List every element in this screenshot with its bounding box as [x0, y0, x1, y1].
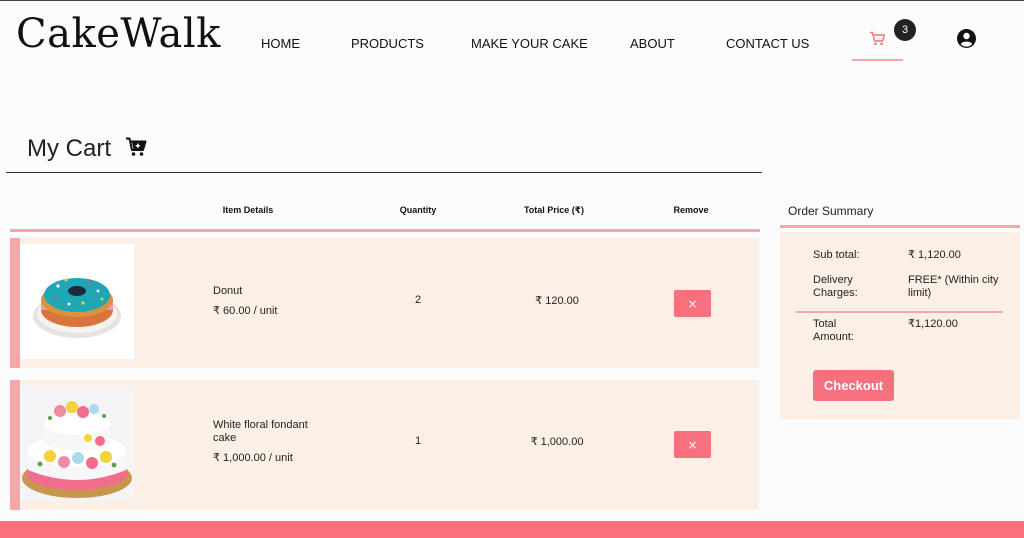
nav-home[interactable]: HOME [261, 36, 300, 51]
page-title: My Cart [27, 135, 111, 162]
total-amount-value: ₹1,120.00 [908, 318, 958, 330]
remove-item-button[interactable]: × [674, 431, 711, 458]
column-header-total: Total Price (₹) [523, 205, 585, 215]
item-quantity: 2 [414, 294, 422, 306]
order-summary-panel: Sub total: ₹ 1,120.00 Delivery Charges: … [780, 232, 1020, 419]
cart-plus-icon [125, 137, 147, 162]
table-header-divider [10, 229, 760, 232]
subtotal-label: Sub total: [813, 249, 860, 261]
remove-item-button[interactable]: × [674, 290, 711, 317]
donut-image [20, 244, 134, 359]
total-amount-label: Total Amount: [813, 318, 854, 343]
item-name: White floral fondant cake [213, 419, 308, 444]
item-total-price: ₹ 120.00 [535, 295, 579, 307]
cart-icon [869, 31, 886, 51]
checkout-button[interactable]: Checkout [813, 370, 894, 401]
item-total-price: ₹ 1,000.00 [530, 436, 584, 448]
floral-cake-image [20, 386, 134, 501]
item-unit-price: ₹ 1,000.00 / unit [213, 452, 293, 464]
column-header-remove: Remove [673, 205, 709, 215]
item-unit-price: ₹ 60.00 / unit [213, 305, 278, 317]
cart-row: White floral fondant cake ₹ 1,000.00 / u… [10, 380, 759, 510]
nav-about[interactable]: ABOUT [630, 36, 675, 51]
page-title-bar: My Cart [6, 132, 762, 173]
delivery-label: Delivery Charges: [813, 274, 858, 299]
account-icon[interactable] [957, 29, 976, 53]
item-name: Donut [213, 285, 243, 297]
column-header-item: Item Details [222, 205, 274, 215]
footer-bar [0, 521, 1024, 538]
summary-total-divider [796, 311, 1003, 313]
delivery-value: FREE* (Within city limit) [908, 274, 999, 299]
order-summary-divider [780, 225, 1020, 228]
nav-contact-us[interactable]: CONTACT US [726, 36, 809, 51]
item-quantity: 1 [414, 435, 422, 447]
nav-products[interactable]: PRODUCTS [351, 36, 424, 51]
cart-active-underline [852, 59, 903, 61]
cart-row: Donut ₹ 60.00 / unit 2 ₹ 120.00 × [10, 238, 759, 368]
order-summary-title: Order Summary [788, 204, 874, 218]
subtotal-value: ₹ 1,120.00 [908, 249, 961, 261]
column-header-quantity: Quantity [399, 205, 437, 215]
nav-make-your-cake[interactable]: MAKE YOUR CAKE [471, 36, 588, 51]
cart-count-badge: 3 [894, 19, 916, 41]
